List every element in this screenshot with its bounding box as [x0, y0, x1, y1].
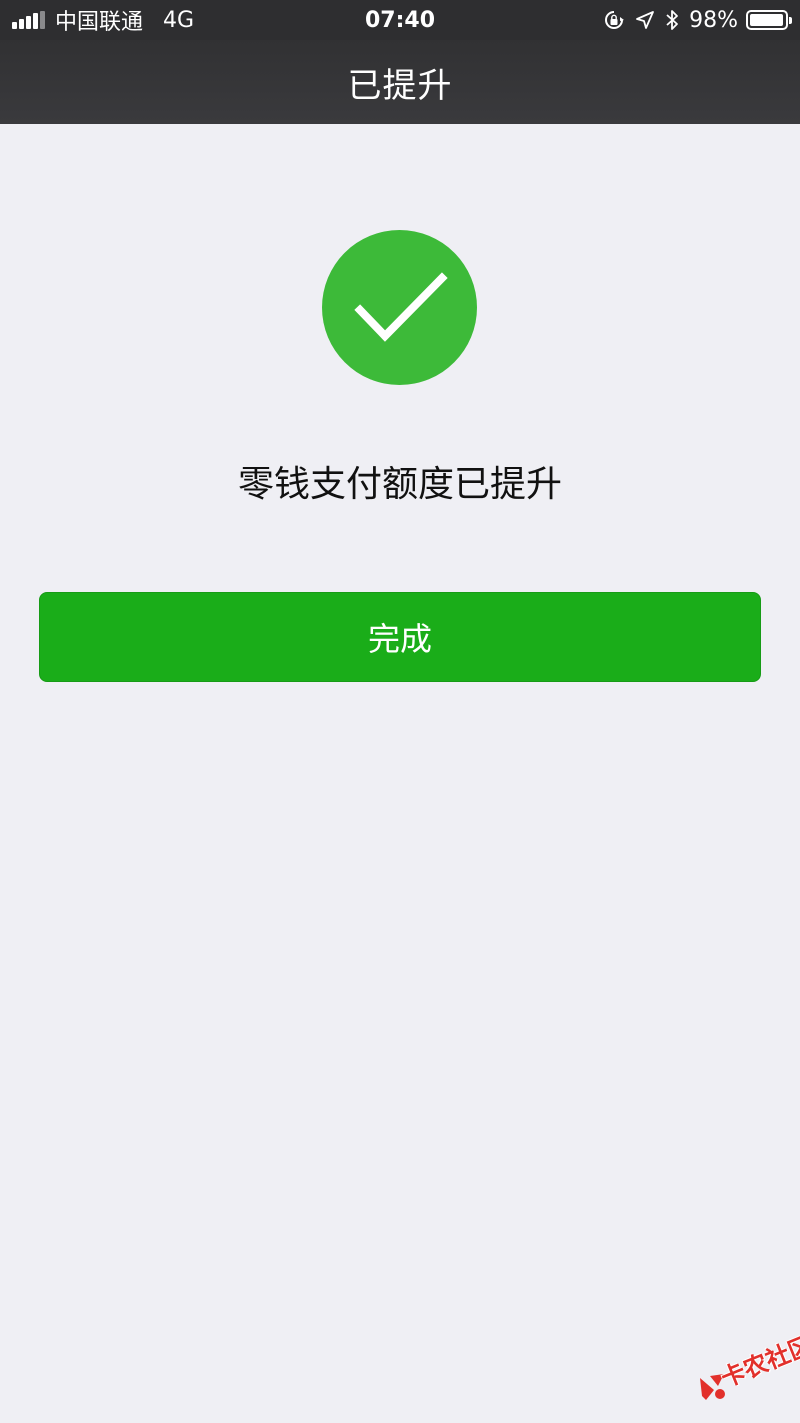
done-button[interactable]: 完成 — [39, 592, 761, 682]
status-right: 98% — [593, 0, 792, 40]
watermark: 卡农社区 — [696, 1330, 800, 1410]
checkmark-icon — [354, 272, 448, 342]
status-bar: 中国联通 4G 07:40 98% — [0, 0, 800, 40]
page-title: 已提升 — [347, 65, 453, 106]
battery-icon — [746, 10, 792, 30]
watermark-text: 卡农社区 — [717, 1330, 800, 1393]
bluetooth-icon — [665, 9, 679, 31]
battery-percent: 98% — [689, 7, 738, 33]
success-icon — [322, 230, 477, 385]
navigation-bar: 已提升 — [0, 40, 800, 124]
battery-fill — [750, 14, 784, 26]
result-message: 零钱支付额度已提升 — [237, 464, 562, 505]
battery-tip — [789, 17, 792, 24]
rotation-lock-icon — [603, 9, 625, 31]
location-arrow-icon — [635, 10, 655, 30]
